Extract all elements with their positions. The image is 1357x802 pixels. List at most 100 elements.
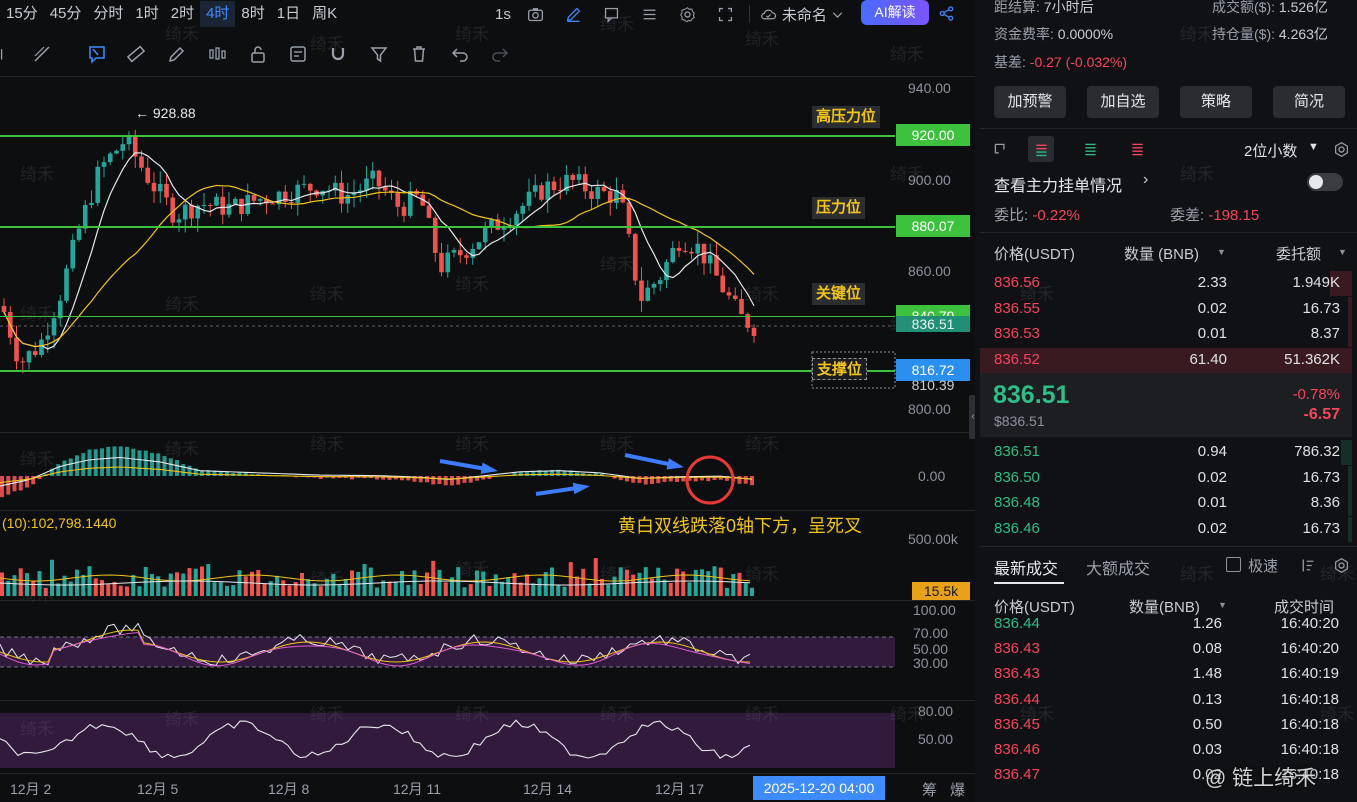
high-annotation: ← 928.88 <box>135 105 196 121</box>
volume-bar <box>150 574 154 596</box>
candle-body <box>470 249 476 258</box>
trade-time: 16:40:20 <box>1280 640 1339 658</box>
sort-icon[interactable] <box>1296 554 1318 576</box>
support-secondary-badge: 810.39 <box>911 377 955 393</box>
level-label: 关键位 <box>812 283 866 305</box>
strategy-button[interactable]: 策略 <box>1180 86 1252 118</box>
orderbook-asks-icon[interactable] <box>1126 138 1148 160</box>
candle-body <box>207 204 213 206</box>
depth-bar <box>1348 465 1352 491</box>
turnover-value: 1.526亿 <box>1278 0 1328 15</box>
level-price-badge: 920.00 <box>896 124 970 146</box>
volume-bar <box>706 571 711 596</box>
volume-bar <box>368 567 373 596</box>
main-orders-link[interactable]: 查看主力挂单情况 <box>994 172 1122 196</box>
chevron-right-icon[interactable]: › <box>1143 171 1148 189</box>
trades-settings-icon[interactable] <box>1330 554 1352 576</box>
chart-area[interactable]: 15分 45分 分时 1时 2时 4时 8时 1日 周K 1s 未命名 AI解读 940.00 9… <box>0 0 975 802</box>
main-orders-toggle[interactable] <box>1307 173 1343 191</box>
volume-bar <box>650 578 654 596</box>
orderbook-both-icon[interactable] <box>1028 136 1054 162</box>
chips-icon[interactable]: 筹 <box>922 779 937 800</box>
orderbook-row[interactable]: 836.56 2.33 1.949K <box>980 271 1352 296</box>
volume-bar <box>700 569 704 596</box>
volume-bar <box>600 578 604 596</box>
tab-big-trades[interactable]: 大额成交 <box>1086 555 1150 579</box>
volume-bar <box>556 585 561 596</box>
candle-body <box>601 186 607 192</box>
orderbook-row[interactable]: 836.53 0.01 8.37 <box>980 322 1352 347</box>
depth-bar <box>1348 491 1352 516</box>
last-price-block[interactable]: 836.51 $836.51 -0.78% -6.57 <box>980 373 1352 437</box>
caret-down-icon[interactable]: ▼ <box>1308 141 1319 153</box>
add-favorite-button[interactable]: 加自选 <box>1087 86 1159 118</box>
volume-bar <box>93 578 98 596</box>
ob-header-total[interactable]: 委托额 <box>1276 243 1321 264</box>
diff-label: 委差: <box>1170 207 1205 224</box>
total-caret-icon[interactable]: ▼ <box>1338 247 1347 257</box>
candle-body <box>232 198 238 205</box>
volume-bar <box>362 563 367 596</box>
orderbook-row[interactable]: 836.50 0.02 16.73 <box>980 465 1352 491</box>
oi-value: 4.263亿 <box>1278 26 1328 42</box>
time-axis-label: 12月 2 <box>10 781 52 797</box>
trade-qty: 0.50 <box>1192 715 1222 733</box>
volume-bar <box>162 586 167 596</box>
trades-header-time: 成交时间 <box>1274 599 1335 616</box>
volume-bar <box>187 568 192 596</box>
candle-body <box>189 204 194 219</box>
price-axis-tick: 940.00 <box>908 80 951 96</box>
price-axis-tick: 860.00 <box>908 263 951 279</box>
orderbook-row[interactable]: 836.48 0.01 8.36 <box>980 491 1352 516</box>
candle-body <box>301 183 307 185</box>
candle-body <box>120 144 126 151</box>
qty-caret-icon[interactable]: ▼ <box>1217 247 1226 257</box>
rsi-band <box>0 637 895 667</box>
time-axis-label: 12月 8 <box>268 781 310 797</box>
fast-mode-checkbox[interactable] <box>1226 557 1241 572</box>
annotation-arrowhead <box>572 482 590 495</box>
panel-collapse-handle[interactable]: ‹ <box>969 395 975 439</box>
orderbook-row[interactable]: 836.51 0.94 786.32 <box>980 440 1352 465</box>
trades-header-qty[interactable]: 数量(BNB) <box>1129 596 1200 617</box>
orderbook-settings-icon[interactable] <box>1330 138 1352 160</box>
trade-row: 836.45 0.50 16:40:18 <box>980 713 1352 738</box>
volume-ma-label: (10):102,798.1440 <box>2 515 117 531</box>
candle-body <box>95 166 101 203</box>
overview-button[interactable]: 简况 <box>1273 86 1345 118</box>
orderbook-total: 8.36 <box>1310 494 1340 511</box>
candle-body <box>126 135 132 145</box>
trade-row: 836.44 1.26 16:40:20 <box>980 616 1352 637</box>
orderbook-row[interactable]: 836.46 0.02 16.73 <box>980 516 1352 542</box>
volume-bar <box>631 574 636 596</box>
volume-bar <box>337 584 342 596</box>
orderbook-row[interactable]: 836.55 0.02 16.73 <box>980 296 1352 322</box>
volume-bar <box>443 582 448 596</box>
candle-body <box>376 170 382 187</box>
rsi-axis-tick: 100.00 <box>913 602 956 618</box>
decimals-select[interactable]: 2位小数 <box>1244 140 1297 161</box>
orderbook-bids-icon[interactable] <box>1079 138 1101 160</box>
tab-latest-trades[interactable]: 最新成交 <box>994 555 1058 579</box>
trade-price: 836.46 <box>994 741 1040 758</box>
trades-qty-caret-icon[interactable]: ▼ <box>1218 600 1227 610</box>
volume-bar <box>168 573 173 596</box>
macd-histogram-bar <box>181 464 186 476</box>
pane-divider <box>0 600 975 601</box>
liquidation-icon[interactable]: 爆 <box>950 779 965 800</box>
ob-header-qty[interactable]: 数量 (BNB) <box>1124 243 1199 264</box>
candle-body <box>14 337 19 362</box>
orderbook-view-icon[interactable] <box>989 138 1011 160</box>
orderbook-row[interactable]: 836.52 61.40 51.362K <box>980 347 1352 373</box>
volume-bar <box>750 587 754 596</box>
orderbook-total: 16.73 <box>1302 468 1340 486</box>
panel-divider <box>980 128 1357 129</box>
pane-divider <box>0 510 975 511</box>
level-line <box>0 370 895 372</box>
time-axis-label: 12月 14 <box>523 781 573 797</box>
rsi-axis-tick: 30.00 <box>913 655 949 671</box>
volume-bar <box>737 572 742 596</box>
volume-bar <box>318 586 323 596</box>
last-price-badge: 836.51 <box>896 316 970 332</box>
add-alert-button[interactable]: 加预警 <box>994 86 1066 118</box>
